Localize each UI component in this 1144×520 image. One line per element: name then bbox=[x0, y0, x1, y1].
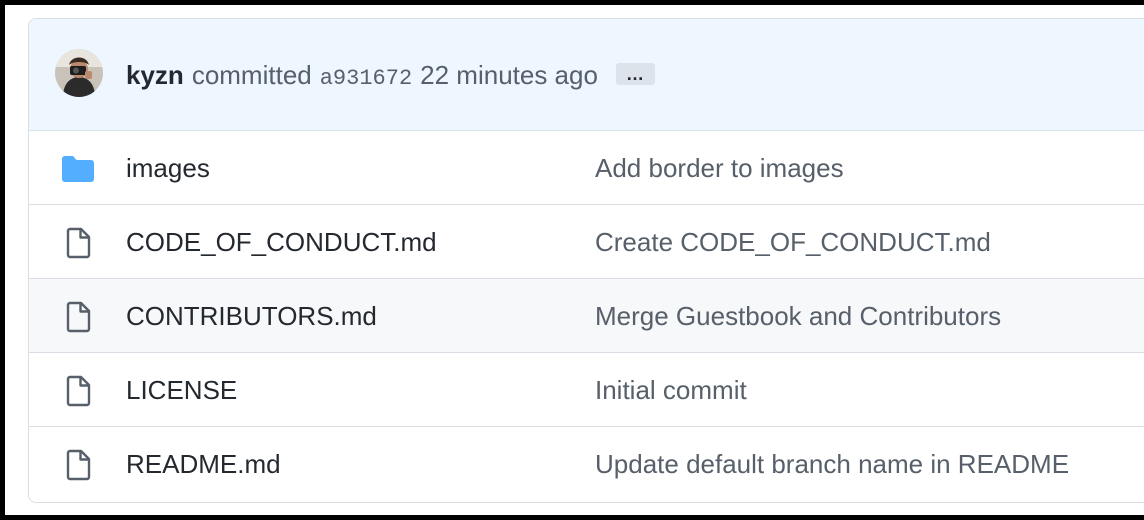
commit-message-link[interactable]: Create CODE_OF_CONDUCT.md bbox=[595, 227, 991, 258]
commit-message-link[interactable]: Merge Guestbook and Contributors bbox=[595, 301, 1001, 332]
file-icon bbox=[61, 227, 95, 259]
file-row-contributors[interactable]: CONTRIBUTORS.md Merge Guestbook and Cont… bbox=[29, 279, 1144, 353]
file-name-link[interactable]: LICENSE bbox=[126, 375, 237, 406]
commit-time: 22 minutes ago bbox=[420, 60, 598, 90]
file-icon bbox=[61, 375, 95, 407]
commit-message-link[interactable]: Add border to images bbox=[595, 153, 844, 184]
file-row-license[interactable]: LICENSE Initial commit bbox=[29, 353, 1144, 427]
commit-message-link[interactable]: Initial commit bbox=[595, 375, 747, 406]
commit-verb: committed bbox=[191, 60, 312, 90]
avatar-image bbox=[55, 49, 103, 97]
file-row-readme[interactable]: README.md Update default branch name in … bbox=[29, 427, 1144, 500]
screenshot-frame: kyzn committed a931672 22 minutes ago … … bbox=[5, 5, 1144, 515]
file-row-images[interactable]: images Add border to images bbox=[29, 131, 1144, 205]
author-avatar[interactable] bbox=[55, 49, 103, 97]
expand-commit-message-button[interactable]: … bbox=[615, 63, 655, 85]
file-name-link[interactable]: images bbox=[126, 153, 210, 184]
commit-summary: kyzn committed a931672 22 minutes ago … bbox=[126, 60, 655, 91]
commit-message-link[interactable]: Update default branch name in README bbox=[595, 449, 1069, 480]
file-name-link[interactable]: CONTRIBUTORS.md bbox=[126, 301, 377, 332]
file-icon bbox=[61, 449, 95, 481]
file-browser: kyzn committed a931672 22 minutes ago … … bbox=[28, 18, 1144, 503]
folder-icon bbox=[61, 153, 95, 185]
file-name-link[interactable]: README.md bbox=[126, 449, 281, 480]
file-icon bbox=[61, 301, 95, 333]
file-name-link[interactable]: CODE_OF_CONDUCT.md bbox=[126, 227, 437, 258]
commit-sha-link[interactable]: a931672 bbox=[320, 66, 412, 91]
file-row-code-of-conduct[interactable]: CODE_OF_CONDUCT.md Create CODE_OF_CONDUC… bbox=[29, 205, 1144, 279]
commit-author[interactable]: kyzn bbox=[126, 60, 184, 91]
latest-commit-bar: kyzn committed a931672 22 minutes ago … bbox=[29, 19, 1144, 131]
